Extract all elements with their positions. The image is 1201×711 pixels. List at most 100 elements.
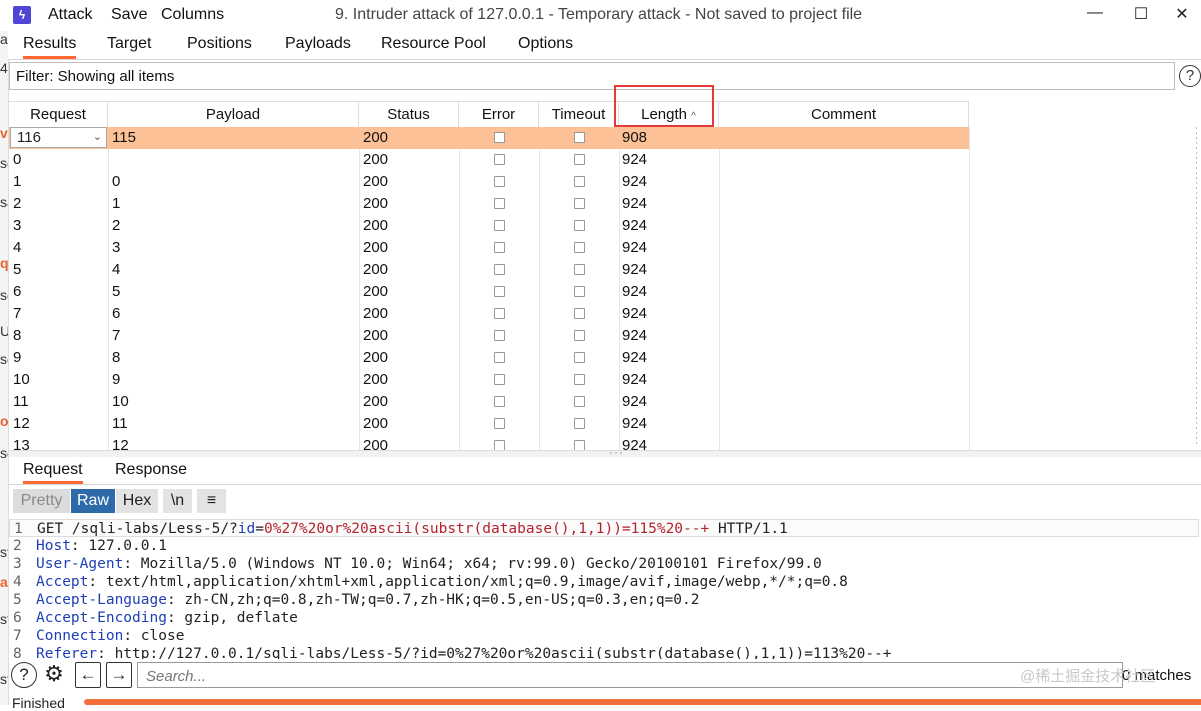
- arrow-right-icon[interactable]: →: [106, 662, 132, 688]
- header-name: Accept-Encoding: [36, 610, 167, 626]
- error-checkbox[interactable]: [494, 418, 505, 429]
- header-name: Referer: [36, 646, 98, 659]
- error-checkbox[interactable]: [494, 264, 505, 275]
- newline-toggle-button[interactable]: \n: [163, 489, 192, 513]
- line-code: Accept-Language: zh-CN,zh;q=0.8,zh-TW;q=…: [36, 591, 699, 609]
- timeout-checkbox[interactable]: [574, 440, 585, 450]
- table-row[interactable]: 6 5 200 924: [9, 281, 969, 303]
- raw-request-editor[interactable]: 1 GET /sqli-labs/Less-5/?id=0%27%20or%20a…: [9, 518, 1201, 659]
- chevron-down-icon: ⌄: [92, 131, 102, 143]
- arrow-left-icon[interactable]: ←: [75, 662, 101, 688]
- timeout-checkbox[interactable]: [574, 352, 585, 363]
- error-checkbox[interactable]: [494, 352, 505, 363]
- column-header-error[interactable]: Error: [459, 102, 539, 127]
- table-row[interactable]: 3 2 200 924: [9, 215, 969, 237]
- pretty-button[interactable]: Pretty: [13, 489, 70, 513]
- menu-icon[interactable]: ≡: [197, 489, 226, 513]
- editor-line[interactable]: 8 Referer: http://127.0.0.1/sqli-labs/Les…: [9, 645, 1199, 659]
- timeout-checkbox[interactable]: [574, 198, 585, 209]
- search-input[interactable]: [144, 664, 1108, 688]
- column-header-comment[interactable]: Comment: [719, 102, 969, 127]
- column-header-status[interactable]: Status: [359, 102, 459, 127]
- hex-button[interactable]: Hex: [116, 489, 158, 513]
- tab-resource-pool[interactable]: Resource Pool: [381, 35, 486, 53]
- timeout-checkbox[interactable]: [574, 220, 585, 231]
- table-scrollbar[interactable]: [1194, 127, 1200, 447]
- table-row[interactable]: 7 6 200 924: [9, 303, 969, 325]
- raw-button[interactable]: Raw: [71, 489, 115, 513]
- tab-positions[interactable]: Positions: [187, 35, 252, 53]
- error-checkbox[interactable]: [494, 440, 505, 450]
- column-header-request[interactable]: Request: [9, 102, 108, 127]
- table-row[interactable]: 4 3 200 924: [9, 237, 969, 259]
- editor-line[interactable]: 7 Connection: close: [9, 627, 1199, 645]
- gear-icon[interactable]: ⚙: [41, 662, 67, 688]
- search-help-icon[interactable]: ?: [11, 662, 37, 688]
- column-header-payload[interactable]: Payload: [108, 102, 359, 127]
- editor-line[interactable]: 6 Accept-Encoding: gzip, deflate: [9, 609, 1199, 627]
- editor-line[interactable]: 5 Accept-Language: zh-CN,zh;q=0.8,zh-TW;q…: [9, 591, 1199, 609]
- error-checkbox[interactable]: [494, 132, 505, 143]
- error-checkbox[interactable]: [494, 198, 505, 209]
- table-row[interactable]: 1 0 200 924: [9, 171, 969, 193]
- column-header-length[interactable]: Length ^: [619, 102, 719, 127]
- timeout-checkbox[interactable]: [574, 286, 585, 297]
- editor-line[interactable]: 3 User-Agent: Mozilla/5.0 (Windows NT 10.…: [9, 555, 1199, 573]
- tab-target[interactable]: Target: [107, 35, 151, 53]
- maximize-button[interactable]: ☐: [1126, 4, 1156, 26]
- timeout-checkbox[interactable]: [574, 132, 585, 143]
- error-checkbox[interactable]: [494, 330, 505, 341]
- table-row[interactable]: 8 7 200 924: [9, 325, 969, 347]
- timeout-checkbox[interactable]: [574, 330, 585, 341]
- error-checkbox[interactable]: [494, 220, 505, 231]
- editor-line[interactable]: 4 Accept: text/html,application/xhtml+xml…: [9, 573, 1199, 591]
- error-checkbox[interactable]: [494, 286, 505, 297]
- cell-status: 200: [363, 327, 389, 344]
- error-checkbox[interactable]: [494, 176, 505, 187]
- editor-line[interactable]: 2 Host: 127.0.0.1: [9, 537, 1199, 555]
- tab-results[interactable]: Results: [23, 35, 77, 59]
- error-checkbox[interactable]: [494, 396, 505, 407]
- timeout-checkbox[interactable]: [574, 418, 585, 429]
- table-row[interactable]: 9 8 200 924: [9, 347, 969, 369]
- tab-response[interactable]: Response: [115, 461, 187, 479]
- filter-bar[interactable]: Filter: Showing all items: [9, 62, 1175, 90]
- tab-payloads[interactable]: Payloads: [285, 35, 351, 53]
- table-row[interactable]: 12 11 200 924: [9, 413, 969, 435]
- tab-options[interactable]: Options: [518, 35, 573, 53]
- timeout-checkbox[interactable]: [574, 374, 585, 385]
- table-row[interactable]: 5 4 200 924: [9, 259, 969, 281]
- close-button[interactable]: ✕: [1167, 4, 1197, 26]
- table-row[interactable]: 2 1 200 924: [9, 193, 969, 215]
- error-checkbox[interactable]: [494, 154, 505, 165]
- timeout-checkbox[interactable]: [574, 176, 585, 187]
- message-tabs: Request Response: [9, 457, 1201, 485]
- error-checkbox[interactable]: [494, 242, 505, 253]
- error-checkbox[interactable]: [494, 308, 505, 319]
- table-row-selected[interactable]: 116 ⌄ 115 200 908: [9, 127, 969, 149]
- menu-attack[interactable]: Attack: [48, 6, 92, 24]
- timeout-checkbox[interactable]: [574, 396, 585, 407]
- table-row[interactable]: 11 10 200 924: [9, 391, 969, 413]
- table-row[interactable]: 10 9 200 924: [9, 369, 969, 391]
- table-row[interactable]: 13 12 200 924: [9, 435, 969, 450]
- minimize-button[interactable]: —: [1080, 4, 1110, 26]
- timeout-checkbox[interactable]: [574, 242, 585, 253]
- sort-ascending-icon: ^: [691, 111, 696, 122]
- request-number-editor[interactable]: 116 ⌄: [10, 127, 107, 148]
- cell-payload: 12: [112, 437, 129, 450]
- error-checkbox[interactable]: [494, 374, 505, 385]
- editor-line[interactable]: 1 GET /sqli-labs/Less-5/?id=0%27%20or%20a…: [9, 519, 1199, 537]
- timeout-checkbox[interactable]: [574, 308, 585, 319]
- filter-help-icon[interactable]: ?: [1179, 65, 1201, 87]
- table-row[interactable]: 0 200 924: [9, 149, 969, 171]
- cell-request: 9: [13, 349, 22, 366]
- column-header-timeout[interactable]: Timeout: [539, 102, 619, 127]
- menu-columns[interactable]: Columns: [161, 6, 224, 24]
- menu-save[interactable]: Save: [111, 6, 147, 24]
- timeout-checkbox[interactable]: [574, 264, 585, 275]
- timeout-checkbox[interactable]: [574, 154, 585, 165]
- cell-request: 4: [13, 239, 22, 256]
- tab-request[interactable]: Request: [23, 461, 83, 484]
- header-name: Accept-Language: [36, 592, 167, 608]
